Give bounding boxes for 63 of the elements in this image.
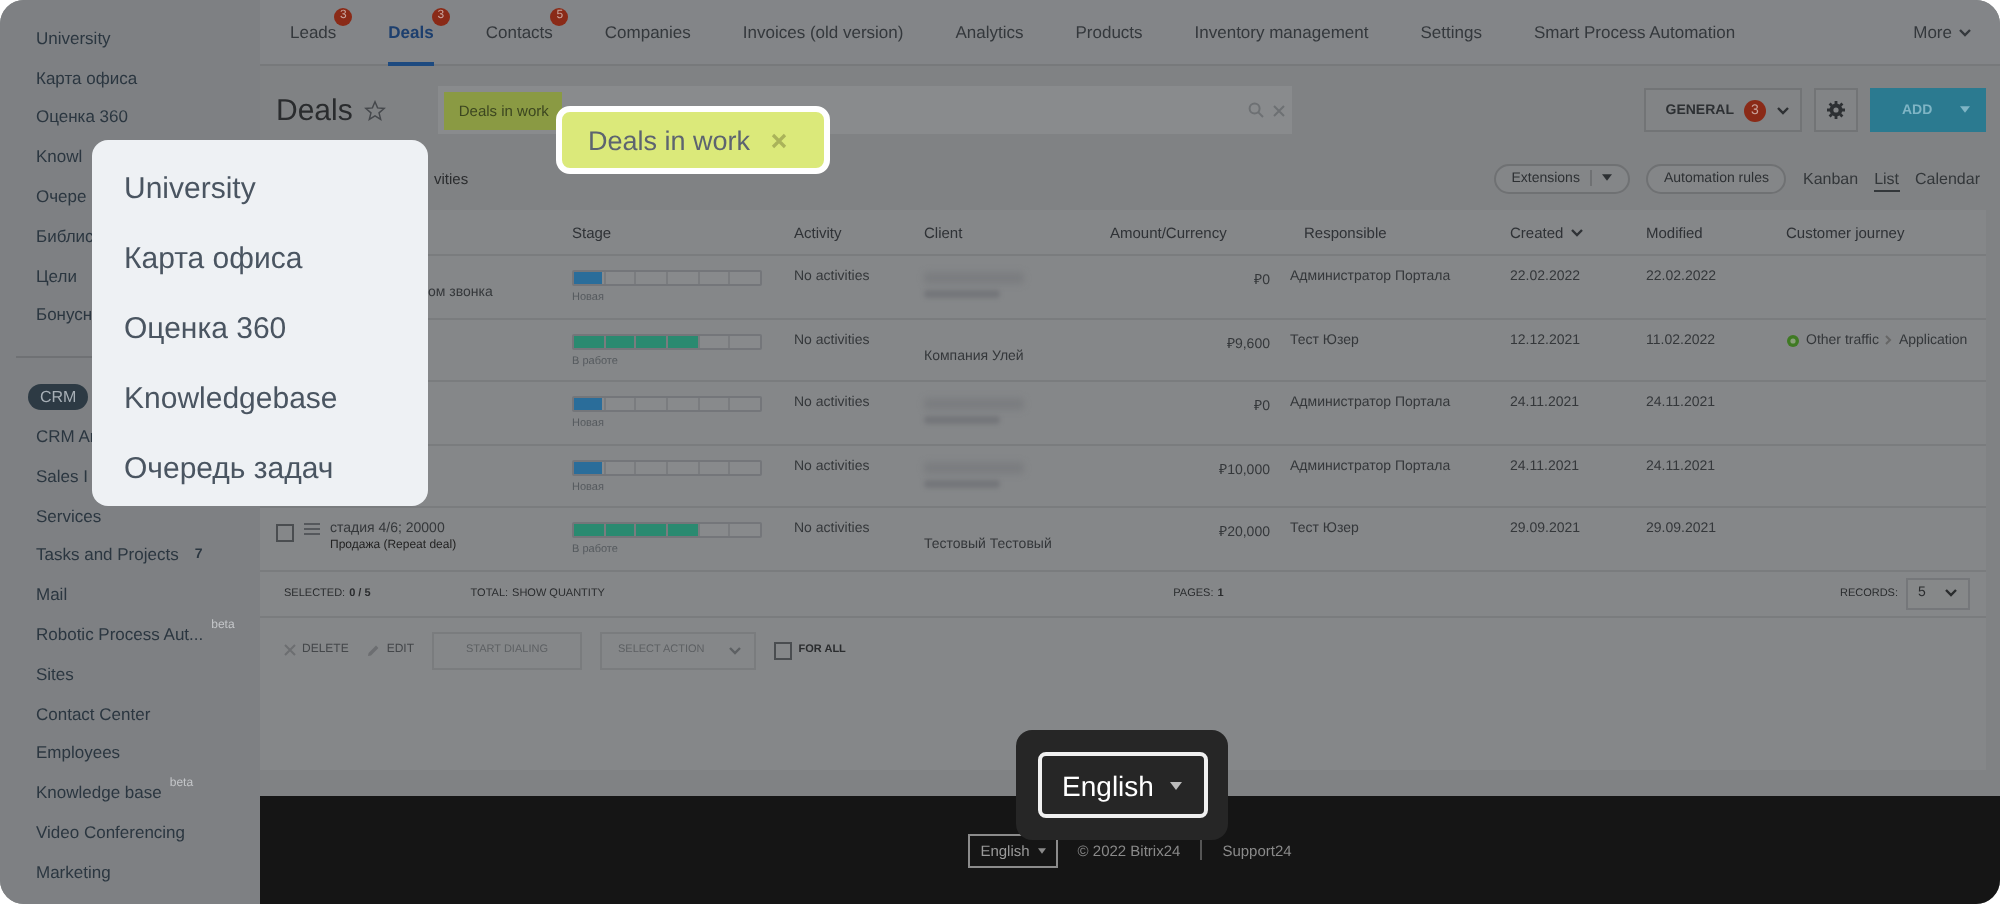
sidebar-item[interactable]: Knowledge base (36, 782, 162, 803)
sidebar-item[interactable]: CRM (28, 383, 89, 410)
sidebar-item[interactable]: Employees (36, 742, 121, 763)
menu-item[interactable]: Карта офиса (124, 224, 428, 294)
sidebar-item[interactable]: University (36, 27, 111, 48)
menu-item[interactable]: Knowledgebase (124, 364, 428, 434)
chevron-icon (1776, 105, 1790, 115)
caret-icon (1960, 106, 1971, 114)
nav-tab[interactable]: Inventory management (1194, 0, 1369, 65)
nav-tab[interactable]: Invoices (old version) (742, 0, 904, 65)
menu-item[interactable]: Оценка 360 (124, 294, 428, 364)
sidebar-item[interactable]: Mail (36, 584, 68, 605)
caret-icon (1037, 847, 1046, 853)
menu-icon[interactable] (304, 522, 320, 536)
sidebar-item[interactable]: Contact Center (36, 703, 151, 724)
nav-tab[interactable]: Products (1075, 0, 1143, 65)
sidebar-item[interactable]: Библис (36, 225, 94, 246)
sidebar-item[interactable]: Цели (36, 265, 77, 286)
sidebar-item[interactable]: Карта офиса (36, 67, 138, 88)
sidebar-item[interactable]: Бонусн (36, 304, 93, 325)
nav-tab[interactable]: Settings (1420, 0, 1482, 65)
language-select[interactable]: English (1037, 752, 1207, 818)
source-icon (1786, 333, 1800, 347)
chevron-icon (728, 645, 743, 655)
view-tab[interactable]: Calendar (1915, 165, 1980, 191)
nav-tab[interactable]: Analytics (955, 0, 1024, 65)
pencil-icon (366, 643, 381, 657)
sidebar-item[interactable]: Video Conferencing (36, 822, 186, 843)
menu-item[interactable]: Очередь задач (124, 434, 428, 504)
search-icon[interactable] (1248, 102, 1265, 118)
checkbox[interactable] (774, 642, 793, 660)
page-title: Deals (276, 93, 353, 127)
view-tab[interactable]: List (1874, 165, 1900, 191)
chevron-icon (1884, 334, 1893, 346)
close-icon[interactable] (1272, 103, 1287, 117)
sidebar-item[interactable]: Очере (36, 186, 87, 207)
caret-icon (1169, 781, 1182, 789)
nav-tab[interactable]: Leads (290, 0, 337, 65)
more-tab[interactable]: More (1913, 0, 1972, 65)
sidebar-item[interactable]: Marketing (36, 861, 111, 882)
close-icon (284, 644, 296, 656)
chevron-icon (1944, 588, 1958, 598)
star-icon[interactable] (364, 99, 387, 121)
sidebar-item[interactable]: Tasks and Projects (36, 544, 179, 565)
view-tab[interactable]: Kanban (1802, 165, 1859, 191)
sidebar-item[interactable]: Sales I (36, 465, 88, 486)
checkbox[interactable] (276, 524, 294, 542)
nav-tab[interactable]: Deals (388, 0, 434, 65)
nav-tab[interactable]: Contacts (485, 0, 553, 65)
settings-button[interactable] (1814, 88, 1858, 132)
chevron-icon (1958, 27, 1972, 37)
sidebar-item[interactable]: Sites (36, 663, 74, 684)
nav-tab[interactable]: Companies (604, 0, 691, 65)
sidebar-item[interactable]: Knowl (36, 146, 83, 167)
nav-tab[interactable]: Smart Process Automation (1533, 0, 1736, 65)
settings-icon (1826, 100, 1846, 120)
menu-item[interactable]: University (124, 154, 428, 224)
filter-tag-tooltip[interactable]: Deals in work (556, 106, 830, 174)
sidebar-item[interactable]: Оценка 360 (36, 106, 128, 127)
sidebar-item[interactable]: Services (36, 505, 102, 526)
close-icon[interactable] (770, 131, 789, 149)
caret-icon (1601, 174, 1612, 182)
sidebar-item[interactable]: Robotic Process Aut... (36, 624, 204, 645)
